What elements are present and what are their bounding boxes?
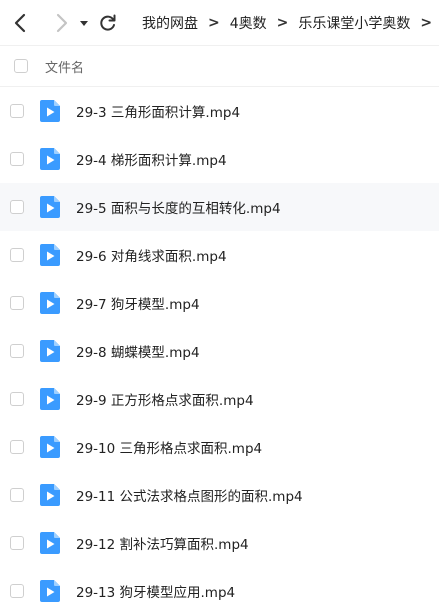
video-file-icon — [39, 99, 61, 123]
video-file-icon — [39, 147, 61, 171]
file-row[interactable]: 29-10 三角形格点求面积.mp4 — [0, 423, 439, 471]
refresh-icon[interactable] — [98, 13, 118, 33]
file-row[interactable]: 29-12 割补法巧算面积.mp4 — [0, 519, 439, 567]
file-name[interactable]: 29-8 蝴蝶模型.mp4 — [76, 341, 200, 361]
file-checkbox[interactable] — [10, 536, 24, 550]
video-file-icon — [39, 531, 61, 555]
file-row[interactable]: 29-5 面积与长度的互相转化.mp4 — [0, 183, 439, 231]
forward-arrow-icon[interactable] — [50, 12, 72, 34]
file-name[interactable]: 29-5 面积与长度的互相转化.mp4 — [76, 197, 281, 217]
file-checkbox[interactable] — [10, 104, 24, 118]
dropdown-triangle-icon[interactable] — [78, 17, 90, 29]
file-row[interactable]: 29-3 三角形面积计算.mp4 — [0, 87, 439, 135]
file-checkbox[interactable] — [10, 248, 24, 262]
file-row[interactable]: 29-6 对角线求面积.mp4 — [0, 231, 439, 279]
file-row[interactable]: 29-11 公式法求格点图形的面积.mp4 — [0, 471, 439, 519]
file-checkbox[interactable] — [10, 440, 24, 454]
breadcrumb-separator-icon: > — [208, 14, 220, 31]
video-file-icon — [39, 291, 61, 315]
file-name[interactable]: 29-12 割补法巧算面积.mp4 — [76, 533, 249, 553]
file-name[interactable]: 29-11 公式法求格点图形的面积.mp4 — [76, 485, 303, 505]
filename-column-header[interactable]: 文件名 — [45, 57, 84, 76]
file-row[interactable]: 29-7 狗牙模型.mp4 — [0, 279, 439, 327]
breadcrumb-item[interactable]: 4奥数 — [230, 13, 267, 33]
file-name[interactable]: 29-7 狗牙模型.mp4 — [76, 293, 200, 313]
file-name[interactable]: 29-10 三角形格点求面积.mp4 — [76, 437, 262, 457]
file-name[interactable]: 29-9 正方形格点求面积.mp4 — [76, 389, 254, 409]
file-checkbox[interactable] — [10, 296, 24, 310]
file-row[interactable]: 29-8 蝴蝶模型.mp4 — [0, 327, 439, 375]
breadcrumb-separator-icon: > — [276, 14, 289, 31]
file-checkbox[interactable] — [10, 488, 24, 502]
video-file-icon — [39, 387, 61, 411]
file-name[interactable]: 29-4 梯形面积计算.mp4 — [76, 149, 227, 169]
file-row[interactable]: 29-4 梯形面积计算.mp4 — [0, 135, 439, 183]
video-file-icon — [39, 435, 61, 459]
file-checkbox[interactable] — [10, 584, 24, 598]
select-all-checkbox[interactable] — [14, 59, 28, 73]
video-file-icon — [39, 243, 61, 267]
file-checkbox[interactable] — [10, 344, 24, 358]
file-row[interactable]: 29-9 正方形格点求面积.mp4 — [0, 375, 439, 423]
breadcrumb-item[interactable]: 我的网盘 — [142, 13, 198, 33]
breadcrumb: 我的网盘 > 4奥数 > 乐乐课堂小学奥数 > — [142, 13, 439, 33]
file-name[interactable]: 29-6 对角线求面积.mp4 — [76, 245, 227, 265]
breadcrumb-item[interactable]: 乐乐课堂小学奥数 — [298, 13, 410, 33]
file-name[interactable]: 29-13 狗牙模型应用.mp4 — [76, 581, 235, 601]
navigation-bar: 我的网盘 > 4奥数 > 乐乐课堂小学奥数 > — [0, 0, 439, 46]
video-file-icon — [39, 195, 61, 219]
file-name[interactable]: 29-3 三角形面积计算.mp4 — [76, 101, 240, 121]
video-file-icon — [39, 339, 61, 363]
file-checkbox[interactable] — [10, 152, 24, 166]
video-file-icon — [39, 483, 61, 507]
file-checkbox[interactable] — [10, 200, 24, 214]
file-list-header: 文件名 — [0, 46, 439, 87]
file-checkbox[interactable] — [10, 392, 24, 406]
back-arrow-icon[interactable] — [10, 12, 32, 34]
breadcrumb-separator-icon: > — [420, 14, 433, 31]
file-row[interactable]: 29-13 狗牙模型应用.mp4 — [0, 567, 439, 615]
video-file-icon — [39, 579, 61, 603]
file-list: 29-3 三角形面积计算.mp4 29-4 梯形面积计算.mp4 29-5 面积与长… — [0, 87, 439, 615]
